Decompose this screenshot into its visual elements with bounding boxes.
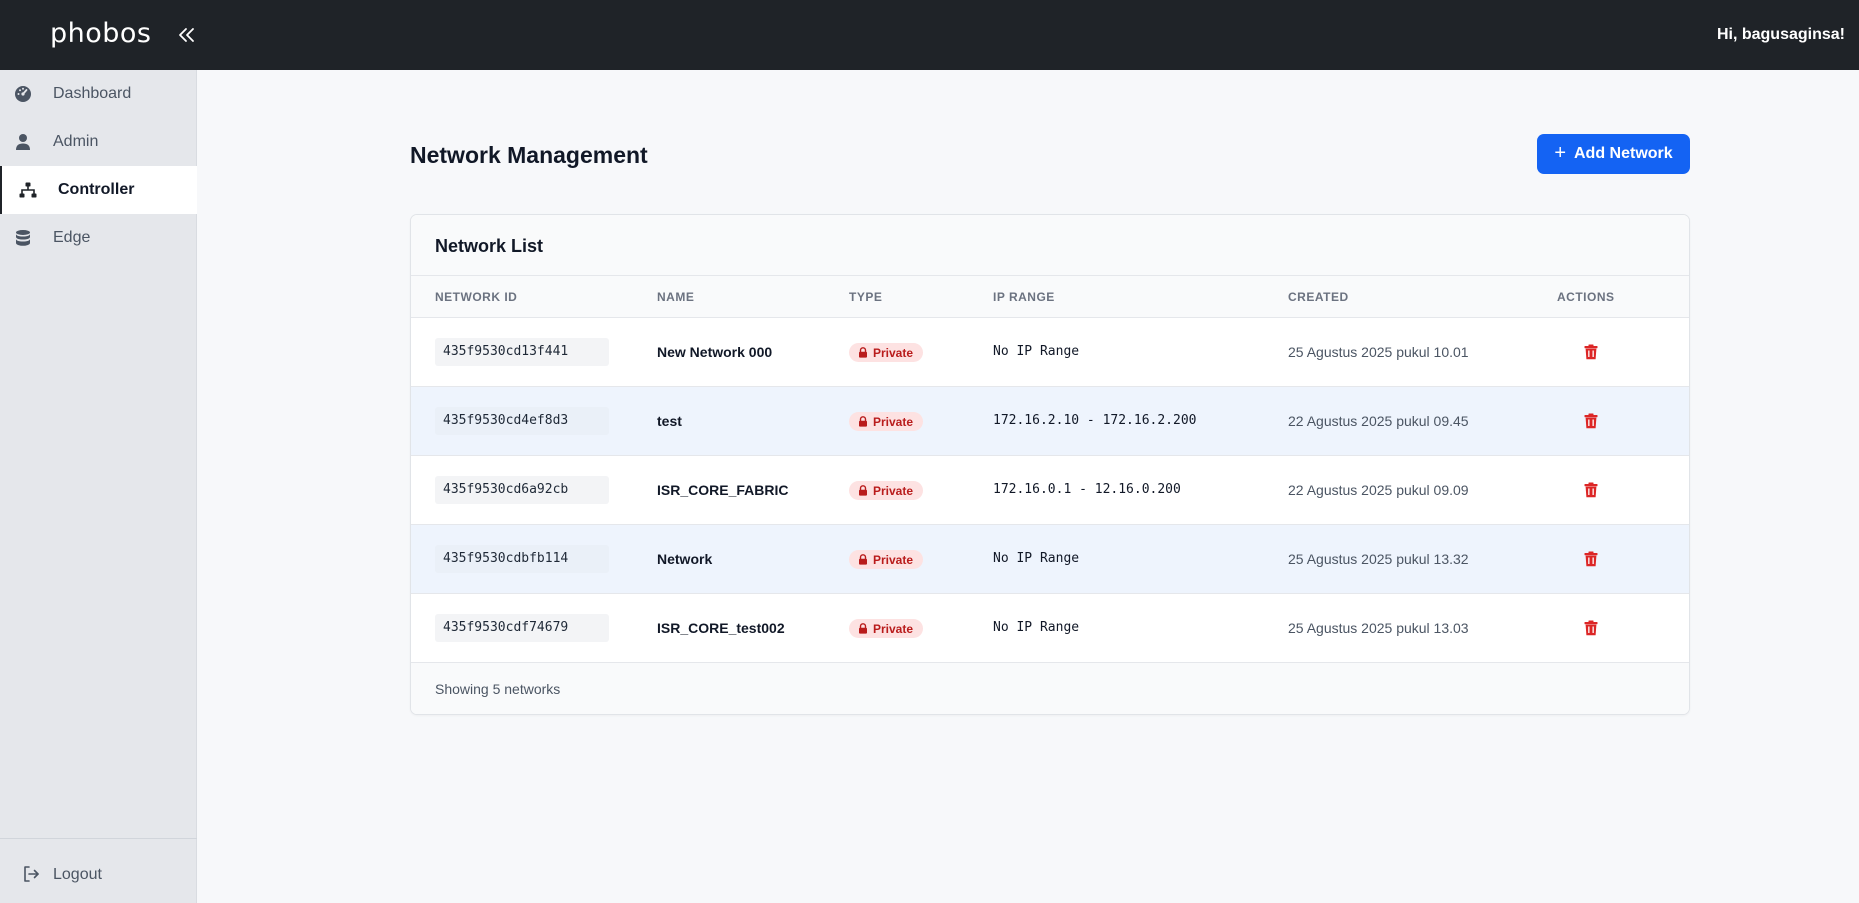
type-badge: Private xyxy=(849,481,924,500)
network-id: 435f9530cd4ef8d3 xyxy=(435,407,609,435)
type-label: Private xyxy=(873,483,914,498)
column-header-type: TYPE xyxy=(849,290,883,304)
chevrons-left-icon xyxy=(179,28,194,42)
type-label: Private xyxy=(873,345,914,360)
collapse-sidebar-button[interactable] xyxy=(172,20,202,50)
sidebar-item-label: Edge xyxy=(53,229,91,246)
delete-button[interactable] xyxy=(1581,549,1601,569)
type-label: Private xyxy=(873,414,914,429)
top-bar: phobos Hi, bagusaginsa! xyxy=(0,0,1859,70)
plus-icon: + xyxy=(1554,142,1566,164)
sidebar-item-edge[interactable]: Edge xyxy=(0,214,197,262)
created-date: 25 Agustus 2025 pukul 13.03 xyxy=(1288,620,1469,636)
ip-range: No IP Range xyxy=(993,551,1080,566)
column-header-ip-range: IP RANGE xyxy=(993,290,1055,304)
page-title: Network Management xyxy=(410,142,648,168)
column-header-network-id: NETWORK ID xyxy=(435,290,518,304)
lock-icon xyxy=(859,623,867,634)
trash-icon xyxy=(1584,482,1598,498)
table-row[interactable]: 435f9530cd6a92cb ISR_CORE_FABRIC Private… xyxy=(411,456,1689,525)
trash-icon xyxy=(1584,620,1598,636)
lock-icon xyxy=(859,554,867,565)
sidebar-item-label: Dashboard xyxy=(53,85,132,102)
trash-icon xyxy=(1584,344,1598,360)
lock-icon xyxy=(859,416,867,427)
network-id: 435f9530cdbfb114 xyxy=(435,545,609,573)
type-label: Private xyxy=(873,552,914,567)
logout-icon xyxy=(24,866,39,882)
ip-range: No IP Range xyxy=(993,344,1080,359)
app-logo[interactable]: phobos xyxy=(50,18,152,49)
sidebar: Dashboard Admin Controller Edge Logout xyxy=(0,70,197,903)
logout-button[interactable]: Logout xyxy=(0,850,197,898)
type-label: Private xyxy=(873,621,914,636)
table-row[interactable]: 435f9530cdf74679 ISR_CORE_test002 Privat… xyxy=(411,594,1689,663)
network-id: 435f9530cd6a92cb xyxy=(435,476,609,504)
sidebar-divider xyxy=(0,838,197,839)
database-icon xyxy=(16,230,30,246)
sidebar-item-label: Admin xyxy=(53,133,99,150)
created-date: 25 Agustus 2025 pukul 13.32 xyxy=(1288,551,1469,567)
add-network-label: Add Network xyxy=(1574,145,1673,162)
user-greeting[interactable]: Hi, bagusaginsa! xyxy=(1717,26,1845,44)
ip-range: 172.16.2.10 - 172.16.2.200 xyxy=(993,413,1197,428)
network-icon xyxy=(19,182,37,198)
column-header-name: NAME xyxy=(657,290,695,304)
type-badge: Private xyxy=(849,619,924,638)
network-count: Showing 5 networks xyxy=(435,681,561,697)
dashboard-icon xyxy=(15,86,31,102)
sidebar-item-dashboard[interactable]: Dashboard xyxy=(0,70,197,118)
created-date: 22 Agustus 2025 pukul 09.45 xyxy=(1288,413,1469,429)
column-header-actions: ACTIONS xyxy=(1557,290,1615,304)
network-name: ISR_CORE_FABRIC xyxy=(657,482,789,498)
ip-range: 172.16.0.1 - 12.16.0.200 xyxy=(993,482,1181,497)
add-network-button[interactable]: + Add Network xyxy=(1537,134,1690,174)
table-row[interactable]: 435f9530cd4ef8d3 test Private 172.16.2.1… xyxy=(411,387,1689,456)
delete-button[interactable] xyxy=(1581,480,1601,500)
created-date: 22 Agustus 2025 pukul 09.09 xyxy=(1288,482,1469,498)
trash-icon xyxy=(1584,551,1598,567)
created-date: 25 Agustus 2025 pukul 10.01 xyxy=(1288,344,1469,360)
network-list-card: Network List NETWORK ID NAME TYPE IP RAN… xyxy=(410,214,1690,715)
user-icon xyxy=(16,134,30,150)
table-header: NETWORK ID NAME TYPE IP RANGE CREATED AC… xyxy=(411,276,1689,318)
card-footer: Showing 5 networks xyxy=(411,663,1689,714)
card-header: Network List xyxy=(411,215,1689,276)
network-name: New Network 000 xyxy=(657,344,773,360)
delete-button[interactable] xyxy=(1581,342,1601,362)
lock-icon xyxy=(859,347,867,358)
network-id: 435f9530cdf74679 xyxy=(435,614,609,642)
sidebar-item-label: Controller xyxy=(58,181,135,198)
type-badge: Private xyxy=(849,343,924,362)
sidebar-item-admin[interactable]: Admin xyxy=(0,118,197,166)
network-name: ISR_CORE_test002 xyxy=(657,620,785,636)
table-row[interactable]: 435f9530cdbfb114 Network Private No IP R… xyxy=(411,525,1689,594)
network-name: Network xyxy=(657,551,713,567)
column-header-created: CREATED xyxy=(1288,290,1349,304)
trash-icon xyxy=(1584,413,1598,429)
delete-button[interactable] xyxy=(1581,411,1601,431)
table-row[interactable]: 435f9530cd13f441 New Network 000 Private… xyxy=(411,318,1689,387)
delete-button[interactable] xyxy=(1581,618,1601,638)
type-badge: Private xyxy=(849,550,924,569)
ip-range: No IP Range xyxy=(993,620,1080,635)
network-id: 435f9530cd13f441 xyxy=(435,338,609,366)
lock-icon xyxy=(859,485,867,496)
sidebar-item-controller[interactable]: Controller xyxy=(0,166,197,214)
type-badge: Private xyxy=(849,412,924,431)
network-name: test xyxy=(657,413,682,429)
logout-label: Logout xyxy=(53,866,102,883)
card-title: Network List xyxy=(435,236,544,256)
